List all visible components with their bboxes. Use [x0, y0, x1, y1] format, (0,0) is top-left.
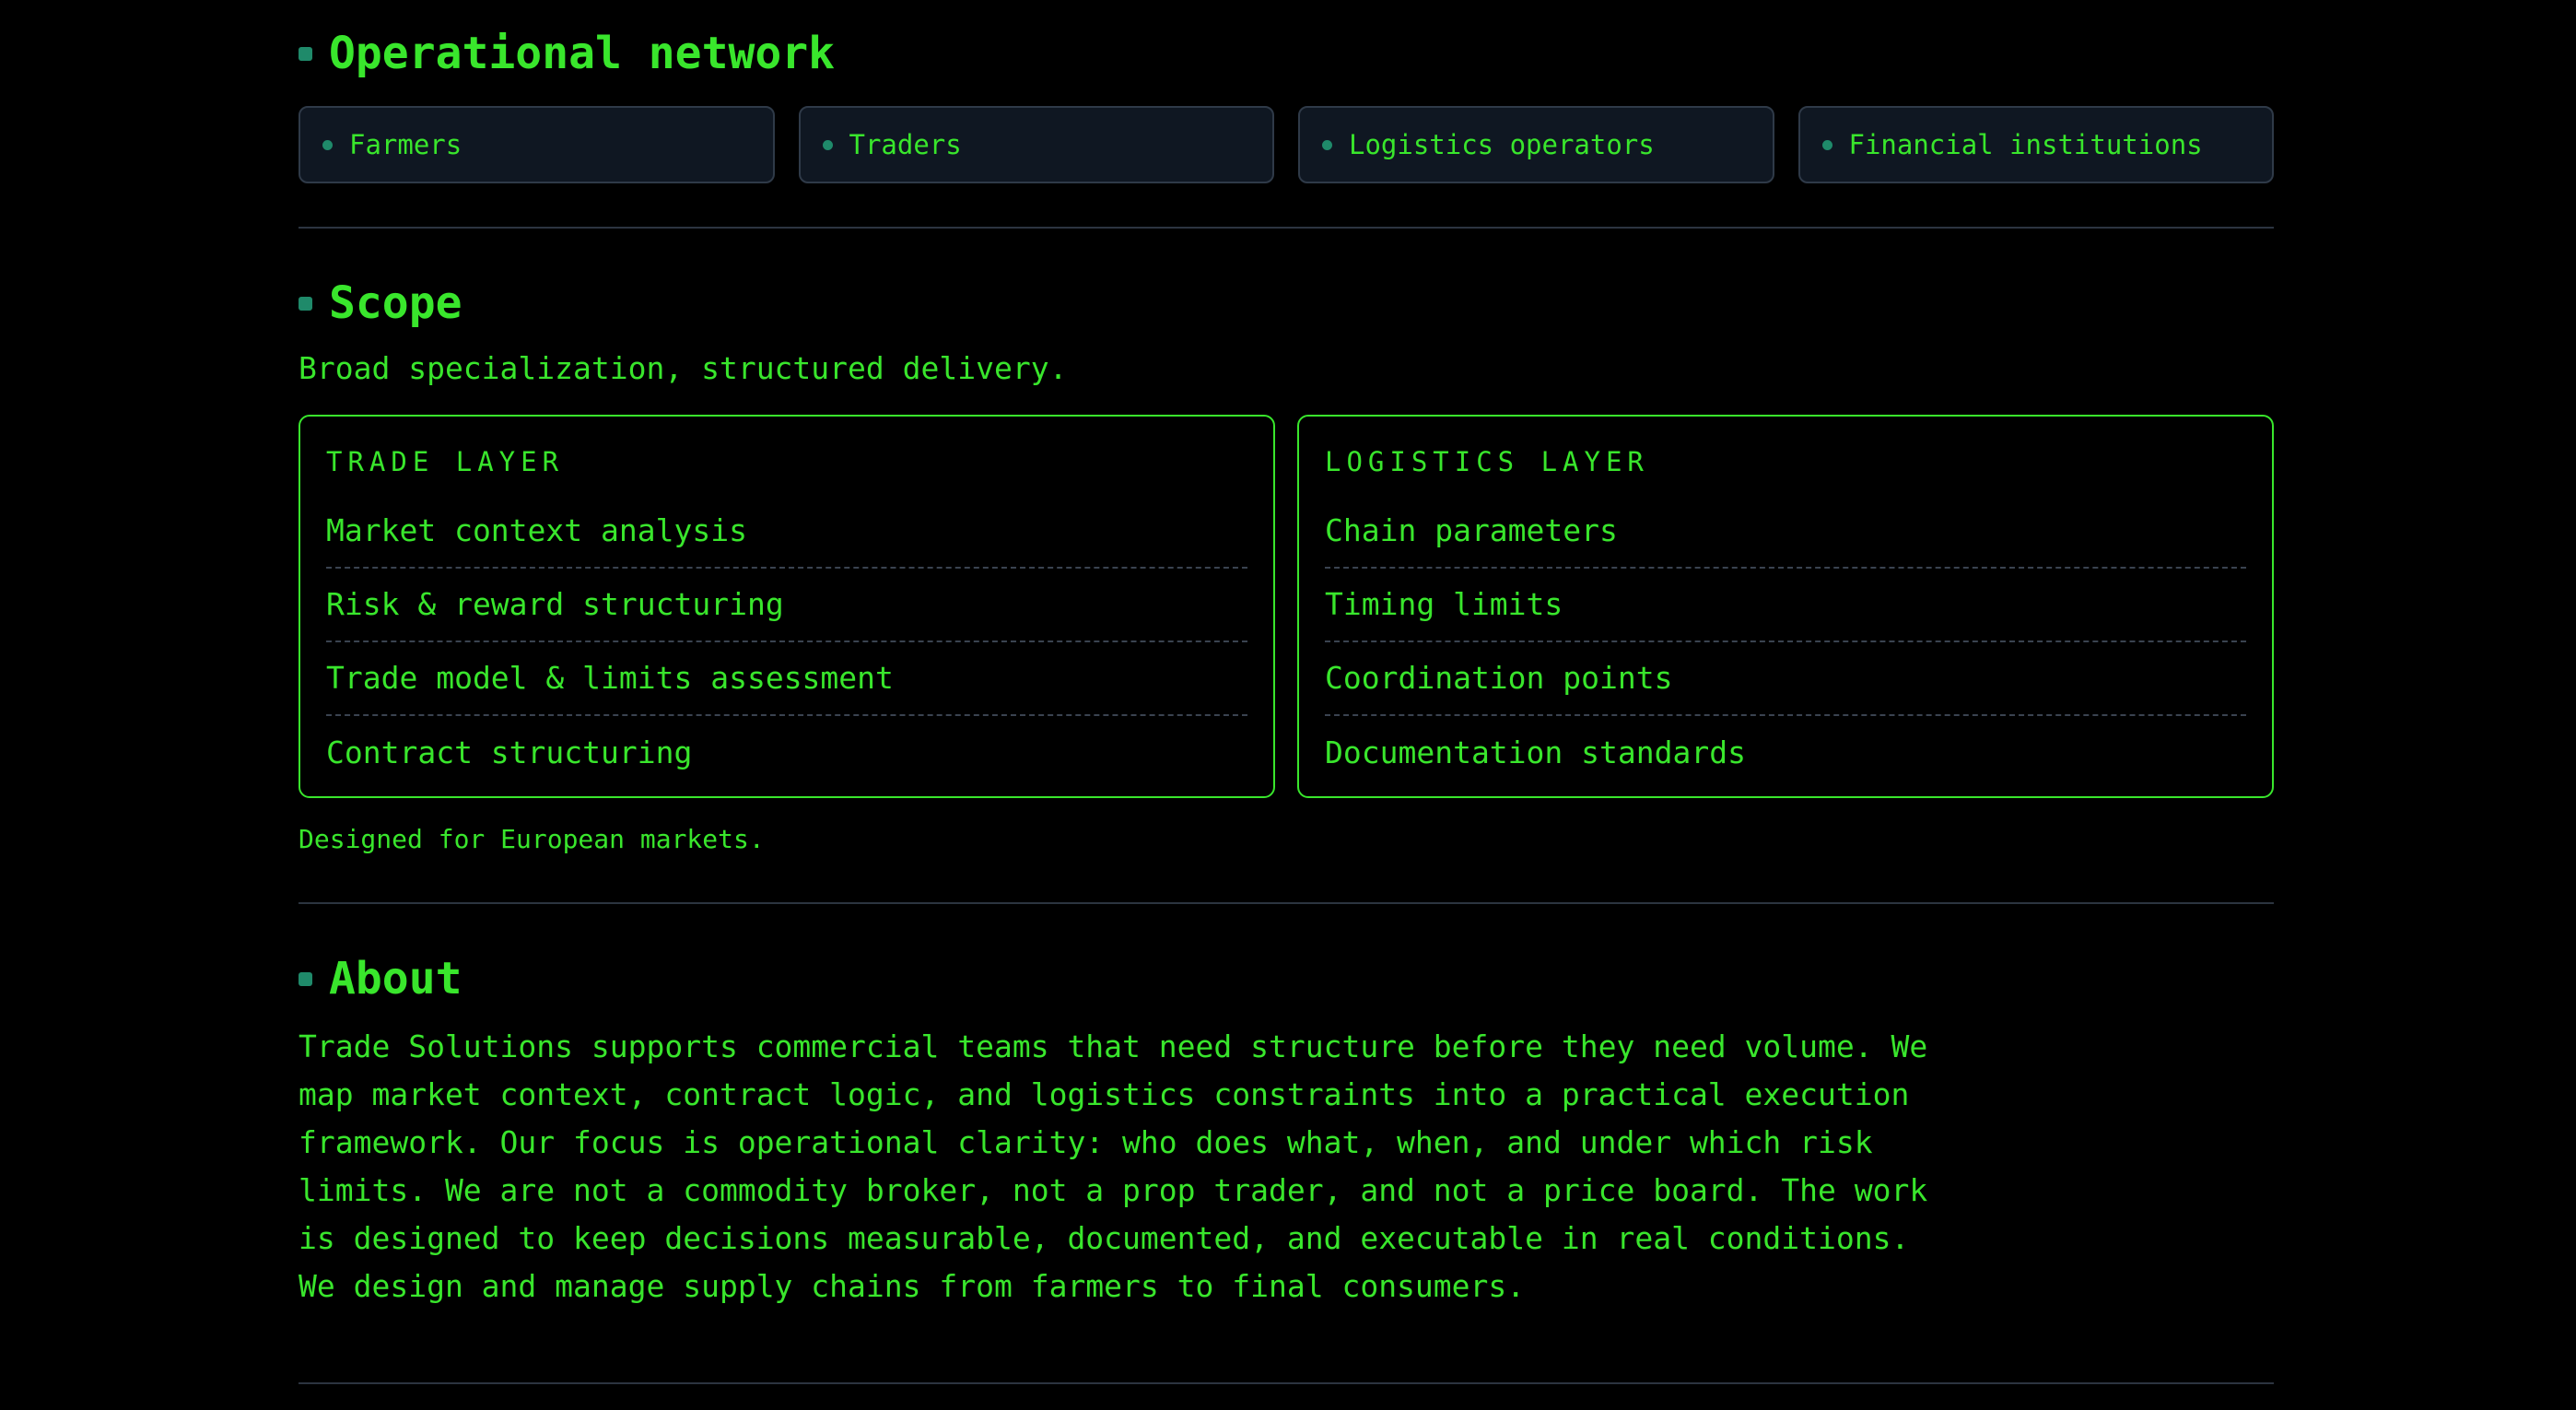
- list-item: Chain parameters: [1325, 495, 2246, 569]
- bullet-dot-icon: [1322, 139, 1332, 150]
- scope-section-header: Scope: [299, 281, 463, 325]
- trade-layer-kicker: TRADE LAYER: [326, 446, 565, 477]
- list-item: Risk & reward structuring: [326, 569, 1247, 642]
- scope-footnote: Designed for European markets.: [299, 824, 765, 854]
- network-item-traders: Traders: [798, 106, 1274, 183]
- section-marker-icon: [299, 296, 312, 311]
- list-item: Contract structuring: [326, 734, 693, 771]
- section-divider: [299, 1382, 2274, 1384]
- section-divider: [299, 227, 2274, 229]
- section-divider: [299, 902, 2274, 904]
- list-item: Timing limits: [1325, 569, 2246, 642]
- about-body: Trade Solutions supports commercial team…: [299, 1028, 1928, 1304]
- trade-layer-list: Market context analysis Risk & reward st…: [326, 495, 1247, 790]
- network-item-farmers: Farmers: [299, 106, 775, 183]
- network-list: Farmers Traders Logistics operators Fina…: [299, 106, 2274, 183]
- logistics-layer-list: Chain parameters Timing limits Coordinat…: [1325, 495, 2246, 790]
- network-title: Operational network: [329, 28, 836, 79]
- section-marker-icon: [299, 971, 312, 986]
- list-item: Documentation standards: [1325, 734, 1746, 771]
- network-item-logistics-operators: Logistics operators: [1298, 106, 1774, 183]
- bullet-dot-icon: [822, 139, 833, 150]
- scope-title: Scope: [329, 277, 463, 329]
- network-item-label: Farmers: [349, 129, 463, 160]
- bullet-dot-icon: [1821, 139, 1832, 150]
- section-marker-icon: [299, 46, 312, 61]
- network-item-label: Traders: [849, 129, 962, 160]
- logistics-layer-kicker: LOGISTICS LAYER: [1325, 446, 1649, 477]
- about-section-header: About: [299, 957, 463, 1001]
- network-item-financial-institutions: Financial institutions: [1797, 106, 2274, 183]
- logistics-layer-card: LOGISTICS LAYER Chain parameters Timing …: [1297, 415, 2274, 798]
- network-section-header: Operational network: [299, 31, 835, 76]
- network-item-label: Financial institutions: [1848, 129, 2203, 160]
- network-item-label: Logistics operators: [1349, 129, 1655, 160]
- scope-lead: Broad specialization, structured deliver…: [299, 350, 1068, 386]
- list-item: Trade model & limits assessment: [326, 642, 1247, 716]
- list-item: Market context analysis: [326, 495, 1247, 569]
- trade-layer-card: TRADE LAYER Market context analysis Risk…: [299, 415, 1275, 798]
- list-item: Coordination points: [1325, 642, 2246, 716]
- bullet-dot-icon: [322, 139, 333, 150]
- about-title: About: [329, 953, 463, 1005]
